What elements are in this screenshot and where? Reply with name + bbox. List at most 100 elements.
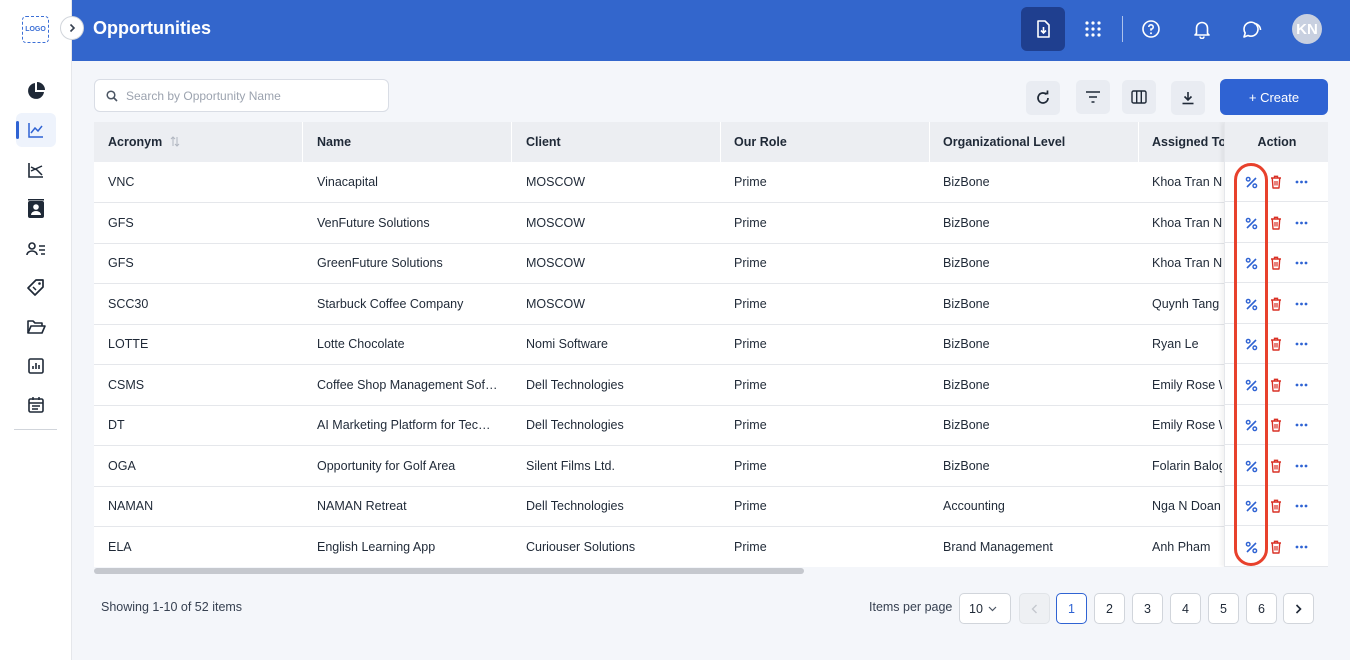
sidebar: LOGO [0,0,72,660]
delete-icon[interactable] [1268,174,1284,190]
more-options-icon[interactable] [1293,458,1309,474]
more-options-icon[interactable] [1293,417,1309,433]
more-options-icon[interactable] [1293,539,1309,555]
cell-name: AI Marketing Platform for Tec… [317,418,491,432]
delete-icon[interactable] [1268,296,1284,312]
table-row[interactable]: LOTTE Lotte Chocolate Nomi Software Prime Bi… [94,324,1328,365]
calendar-icon [27,396,45,414]
cell-acronym: LOTTE [108,337,149,351]
percent-icon[interactable] [1243,255,1259,271]
table-row[interactable]: VNC Vinacapital MOSCOW Prime BizBone Khoa Tra… [94,162,1328,203]
cell-our-role: Prime [734,378,767,392]
percent-icon[interactable] [1243,377,1259,393]
next-page-button[interactable] [1283,593,1314,624]
percent-icon[interactable] [1243,215,1259,231]
search-box[interactable] [94,79,389,112]
page-button-1[interactable]: 1 [1056,593,1087,624]
more-options-icon[interactable] [1293,336,1309,352]
delete-icon[interactable] [1268,539,1284,555]
percent-icon[interactable] [1243,458,1259,474]
help-button[interactable] [1129,7,1173,51]
page-button-6[interactable]: 6 [1246,593,1277,624]
download-button[interactable] [1171,81,1205,115]
sidebar-item-user-list[interactable] [16,232,56,266]
page-button-5[interactable]: 5 [1208,593,1239,624]
items-per-page-select[interactable]: 10 [959,593,1011,624]
percent-icon[interactable] [1243,417,1259,433]
sidebar-item-pie-chart[interactable] [16,74,56,108]
percent-icon[interactable] [1243,296,1259,312]
sidebar-item-contact-card[interactable] [16,192,56,226]
cell-name: NAMAN Retreat [317,499,407,513]
user-list-icon [26,241,46,257]
column-header-organizational-level[interactable]: Organizational Level [943,122,1065,162]
delete-icon[interactable] [1268,498,1284,514]
notifications-button[interactable] [1180,7,1224,51]
cell-client: Dell Technologies [526,378,624,392]
more-options-icon[interactable] [1293,174,1309,190]
import-export-button[interactable] [1021,7,1065,51]
sidebar-expand-button[interactable] [60,16,84,40]
delete-icon[interactable] [1268,255,1284,271]
columns-button[interactable] [1122,80,1156,114]
table-row[interactable]: GFS VenFuture Solutions MOSCOW Prime BizBone… [94,203,1328,244]
chat-button[interactable] [1230,7,1274,51]
sidebar-item-line-chart[interactable] [16,113,56,147]
cell-client: MOSCOW [526,256,586,270]
page-button-2[interactable]: 2 [1094,593,1125,624]
column-header-name[interactable]: Name [317,122,351,162]
search-input[interactable] [126,87,376,105]
table-row[interactable]: DT AI Marketing Platform for Tec… Dell Tec… [94,405,1328,446]
table-row[interactable]: OGA Opportunity for Golf Area Silent Films… [94,446,1328,487]
cell-our-role: Prime [734,297,767,311]
more-options-icon[interactable] [1293,498,1309,514]
page-button-4[interactable]: 4 [1170,593,1201,624]
create-button[interactable]: + Create [1220,79,1328,115]
delete-icon[interactable] [1268,417,1284,433]
percent-icon[interactable] [1243,174,1259,190]
column-header-assigned-to[interactable]: Assigned To [1152,122,1226,162]
cell-organizational-level: BizBone [943,337,990,351]
table-row[interactable]: SCC30 Starbuck Coffee Company MOSCOW Prime B… [94,284,1328,325]
column-header-client[interactable]: Client [526,122,561,162]
column-header-acronym[interactable]: Acronym [108,122,180,162]
percent-icon[interactable] [1243,498,1259,514]
table-row[interactable]: GFS GreenFuture Solutions MOSCOW Prime BizBo… [94,243,1328,284]
percent-icon[interactable] [1243,336,1259,352]
table-row[interactable]: ELA English Learning App Curiouser Solutio… [94,527,1328,567]
more-options-icon[interactable] [1293,255,1309,271]
cell-assigned-to: Quynh Tang [1152,297,1220,311]
cell-acronym: SCC30 [108,297,149,311]
column-header-our-role[interactable]: Our Role [734,122,787,162]
apps-grid-button[interactable] [1071,7,1115,51]
prev-page-button[interactable] [1019,593,1050,624]
refresh-button[interactable] [1026,81,1060,115]
more-options-icon[interactable] [1293,296,1309,312]
more-options-icon[interactable] [1293,377,1309,393]
sidebar-item-bar-report[interactable] [16,349,56,383]
horizontal-scrollbar[interactable] [94,568,804,574]
table-row[interactable]: CSMS Coffee Shop Management Sof… Dell Tech… [94,365,1328,406]
logo[interactable]: LOGO [22,16,49,43]
delete-icon[interactable] [1268,336,1284,352]
sidebar-item-tag[interactable] [16,271,56,305]
table-row[interactable]: NAMAN NAMAN Retreat Dell Technologies Prime… [94,486,1328,527]
line-chart-icon [27,121,45,139]
page-button-3[interactable]: 3 [1132,593,1163,624]
user-avatar[interactable]: KN [1292,14,1322,44]
sidebar-item-calendar[interactable] [16,388,56,422]
sidebar-item-folder-open[interactable] [16,310,56,344]
sort-icon[interactable] [170,136,180,147]
cell-assigned-to: Khoa Tran Ngoc [1152,256,1222,270]
delete-icon[interactable] [1268,458,1284,474]
sidebar-item-trend-chart[interactable] [16,153,56,187]
delete-icon[interactable] [1268,377,1284,393]
bar-report-icon [27,357,45,375]
delete-icon[interactable] [1268,215,1284,231]
more-options-icon[interactable] [1293,215,1309,231]
search-icon [106,90,118,102]
percent-icon[interactable] [1243,539,1259,555]
cell-organizational-level: BizBone [943,175,990,189]
pagination-summary: Showing 1-10 of 52 items [101,600,243,614]
filter-button[interactable] [1076,80,1110,114]
